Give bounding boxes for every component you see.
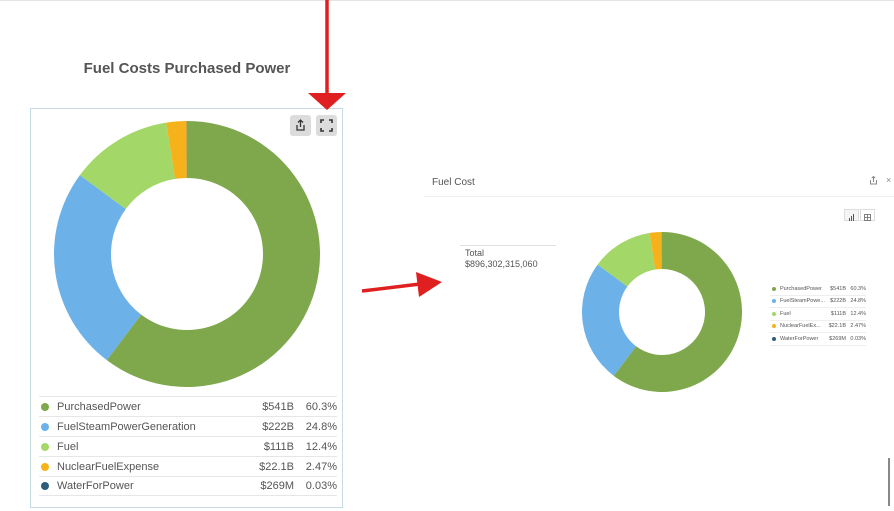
legend-item[interactable]: FuelSteamPowe... $222B 24.8% <box>770 296 866 308</box>
panel-legend: PurchasedPower $541B 60.3% FuelSteamPowe...… <box>770 283 866 346</box>
legend-item[interactable]: NuclearFuelExpense $22.1B 2.47% <box>39 456 337 476</box>
bar-chart-icon <box>849 214 854 221</box>
legend-value: $269M <box>829 335 846 342</box>
legend-percent: 60.3% <box>305 400 337 413</box>
legend-label: Fuel <box>780 310 791 317</box>
panel-share-button[interactable] <box>869 175 878 187</box>
chart-view-button[interactable] <box>844 209 859 221</box>
widget-title: Fuel Costs Purchased Power <box>83 60 291 77</box>
down-arrow-annotation <box>308 0 346 110</box>
fullscreen-button[interactable] <box>316 115 337 136</box>
legend-value: $222B <box>262 420 294 433</box>
legend-item[interactable]: Fuel $111B 12.4% <box>39 436 337 456</box>
legend-percent: 24.8% <box>850 298 866 305</box>
total-value: $896,302,315,060 <box>465 259 538 269</box>
legend-swatch <box>772 336 776 341</box>
legend-swatch <box>41 422 49 431</box>
share-icon <box>870 175 877 185</box>
legend-value: $22.1B <box>828 323 846 330</box>
legend-percent: 2.47% <box>850 323 866 330</box>
legend-value: $111B <box>830 310 846 317</box>
legend-swatch <box>41 482 49 490</box>
legend-label: NuclearFuelExpense <box>57 460 160 473</box>
scrollbar[interactable] <box>888 458 890 506</box>
total-label: Total <box>465 248 485 258</box>
legend-swatch <box>772 299 776 304</box>
legend-percent: 60.3% <box>850 285 866 292</box>
fullscreen-icon <box>320 119 333 132</box>
legend-value: $222B <box>830 298 846 305</box>
legend-item[interactable]: WaterForPower $269M 0.03% <box>39 476 337 496</box>
legend-value: $541B <box>262 400 294 413</box>
legend-label: Fuel <box>57 440 79 453</box>
legend-swatch <box>41 402 49 411</box>
legend-swatch <box>41 462 49 471</box>
legend-percent: 0.03% <box>305 480 337 492</box>
close-icon[interactable]: × <box>886 175 891 185</box>
legend-swatch <box>772 286 776 291</box>
panel-header-divider <box>424 196 894 197</box>
legend-item[interactable]: WaterForPower $269M 0.03% <box>770 333 866 346</box>
legend-swatch <box>41 442 49 451</box>
panel-title: Fuel Cost <box>432 177 475 188</box>
legend-item[interactable]: FuelSteamPowerGeneration $222B 24.8% <box>39 416 337 436</box>
legend-label: WaterForPower <box>780 335 819 342</box>
table-icon <box>864 214 871 221</box>
legend-item[interactable]: NuclearFuelEx... $22.1B 2.47% <box>770 321 866 333</box>
legend-label: PurchasedPower <box>780 285 822 292</box>
legend-item[interactable]: PurchasedPower $541B 60.3% <box>770 283 866 296</box>
legend-percent: 12.4% <box>305 440 337 453</box>
legend-label: FuelSteamPowerGeneration <box>57 420 196 433</box>
legend-label: FuelSteamPowe... <box>780 298 825 305</box>
legend-item[interactable]: Fuel $111B 12.4% <box>770 308 866 321</box>
legend-percent: 24.8% <box>305 420 337 433</box>
legend-percent: 12.4% <box>850 310 866 317</box>
share-button[interactable] <box>290 115 311 136</box>
legend-percent: 2.47% <box>305 460 337 473</box>
legend-value: $111B <box>263 440 294 453</box>
legend-item[interactable]: PurchasedPower $541B 60.3% <box>39 396 337 416</box>
total-divider <box>460 245 556 246</box>
legend-swatch <box>772 324 776 329</box>
legend-swatch <box>772 311 776 316</box>
legend-label: NuclearFuelEx... <box>780 323 821 330</box>
chart-legend: PurchasedPower $541B 60.3% FuelSteamPowerGe… <box>39 396 337 496</box>
legend-value: $22.1B <box>259 460 294 473</box>
table-view-button[interactable] <box>860 209 875 221</box>
legend-value: $269M <box>260 480 294 492</box>
top-divider <box>0 0 894 1</box>
legend-label: WaterForPower <box>57 480 134 492</box>
legend-percent: 0.03% <box>850 335 866 342</box>
legend-label: PurchasedPower <box>57 400 141 413</box>
share-icon <box>296 119 305 131</box>
legend-value: $541B <box>830 285 846 292</box>
